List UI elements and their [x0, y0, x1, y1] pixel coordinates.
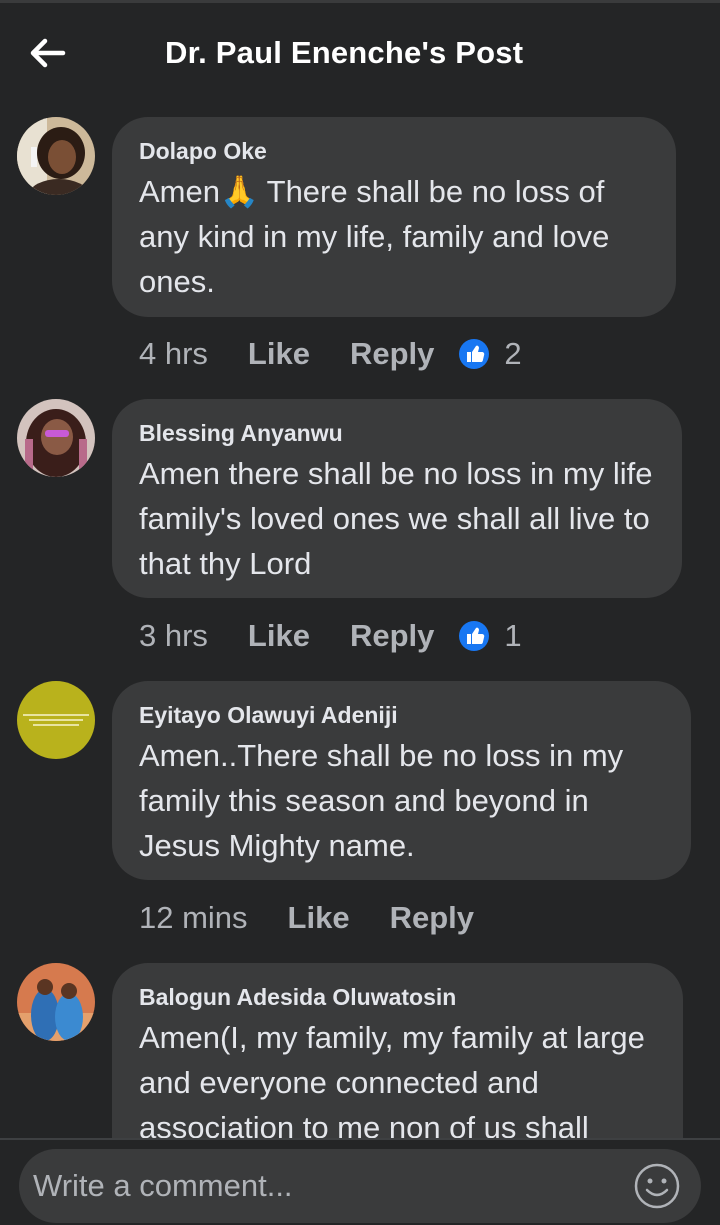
- avatar[interactable]: [17, 681, 95, 759]
- avatar[interactable]: [17, 963, 95, 1041]
- reaction-count: 1: [504, 618, 522, 653]
- comment-time[interactable]: 12 mins: [139, 900, 248, 936]
- comment-bubble[interactable]: Dolapo Oke Amen🙏 There shall be no loss …: [112, 117, 676, 317]
- page-title: Dr. Paul Enenche's Post: [165, 35, 524, 70]
- comment-actions: 4 hrs Like Reply 2: [139, 334, 522, 374]
- reply-button[interactable]: Reply: [350, 336, 434, 372]
- reaction-summary[interactable]: 1: [458, 618, 522, 654]
- comment-composer: [19, 1149, 701, 1223]
- reply-button[interactable]: Reply: [350, 618, 434, 654]
- comment-author[interactable]: Balogun Adesida Oluwatosin: [139, 983, 657, 1011]
- emoji-button[interactable]: [633, 1162, 681, 1210]
- comment-bubble[interactable]: Balogun Adesida Oluwatosin Amen(I, my fa…: [112, 963, 683, 1138]
- comment-list[interactable]: Dolapo Oke Amen🙏 There shall be no loss …: [0, 0, 720, 1138]
- comment-time[interactable]: 3 hrs: [139, 618, 208, 654]
- like-button[interactable]: Like: [248, 336, 310, 372]
- comment-time[interactable]: 4 hrs: [139, 336, 208, 372]
- avatar[interactable]: [17, 399, 95, 477]
- top-bar: Dr. Paul Enenche's Post: [0, 3, 720, 100]
- reaction-summary[interactable]: 2: [458, 336, 522, 372]
- like-button[interactable]: Like: [288, 900, 350, 936]
- arrow-left-icon: [30, 38, 66, 68]
- comment-author[interactable]: Dolapo Oke: [139, 137, 650, 165]
- comment-actions: 12 mins Like Reply: [139, 898, 498, 938]
- thumbs-up-icon: [459, 621, 490, 651]
- comment-author[interactable]: Blessing Anyanwu: [139, 419, 656, 447]
- comment-text: Amen(I, my family, my family at large an…: [139, 1020, 645, 1138]
- comment-actions: 3 hrs Like Reply 1: [139, 616, 522, 656]
- like-button[interactable]: Like: [248, 618, 310, 654]
- comment-text: Amen..There shall be no loss in my famil…: [139, 738, 624, 863]
- reply-button[interactable]: Reply: [390, 900, 474, 936]
- back-button[interactable]: [28, 33, 68, 73]
- comment-text: Amen🙏 There shall be no loss of any kind…: [139, 174, 610, 299]
- comment-text: Amen there shall be no loss in my life f…: [139, 456, 653, 581]
- composer-divider: [0, 1138, 720, 1140]
- comment-bubble[interactable]: Blessing Anyanwu Amen there shall be no …: [112, 399, 682, 598]
- comment-author[interactable]: Eyitayo Olawuyi Adeniji: [139, 701, 665, 729]
- reaction-count: 2: [504, 336, 522, 371]
- thumbs-up-icon: [459, 339, 490, 369]
- smiley-icon: [634, 1163, 680, 1209]
- comment-input[interactable]: [33, 1149, 613, 1223]
- comment-bubble[interactable]: Eyitayo Olawuyi Adeniji Amen..There shal…: [112, 681, 691, 880]
- avatar[interactable]: [17, 117, 95, 195]
